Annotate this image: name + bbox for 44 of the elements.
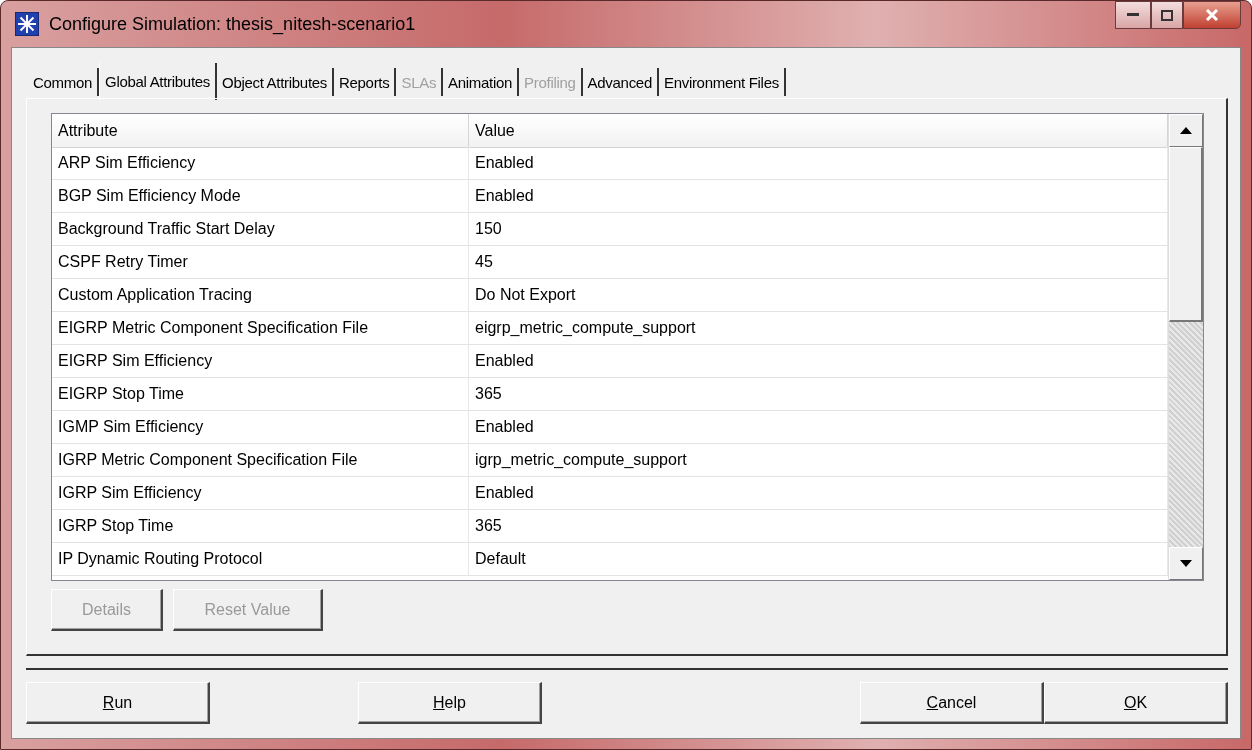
up-arrow-icon[interactable] [1180, 127, 1192, 134]
help-button[interactable]: Help [358, 682, 542, 724]
table-cell: EIGRP Metric Component Specification File [52, 312, 469, 345]
table-cell: Default [469, 543, 1168, 576]
table-cell: IGRP Metric Component Specification File [52, 444, 469, 477]
tab[interactable]: Global Attributes [99, 63, 218, 100]
table-cell: igrp_metric_compute_support [469, 444, 1168, 477]
table-cell: 365 [469, 510, 1168, 543]
ok-button[interactable]: OK [1044, 682, 1228, 724]
table-cell: IGRP Stop Time [52, 510, 469, 543]
table-cell: BGP Sim Efficiency Mode [52, 180, 469, 213]
maximize-button[interactable] [1151, 1, 1183, 29]
table-cell: EIGRP Stop Time [52, 378, 469, 411]
table-cell: Background Traffic Start Delay [52, 213, 469, 246]
table-cell: Enabled [469, 147, 1168, 180]
run-button[interactable]: Run [26, 682, 210, 724]
column-header[interactable]: Attribute [52, 114, 469, 148]
table-cell: 45 [469, 246, 1168, 279]
table-cell: ARP Sim Efficiency [52, 147, 469, 180]
close-button[interactable] [1183, 1, 1241, 29]
column-header[interactable]: Value [469, 114, 1168, 148]
cancel-button[interactable]: Cancel [860, 682, 1044, 724]
table-cell: eigrp_metric_compute_support [469, 312, 1168, 345]
table-cell: IGMP Sim Efficiency [52, 411, 469, 444]
close-icon [1205, 9, 1219, 21]
maximize-icon [1161, 9, 1173, 21]
table-cell: 150 [469, 213, 1168, 246]
minimize-icon [1127, 13, 1139, 17]
table-cell: Enabled [469, 180, 1168, 213]
table-cell: IGRP Sim Efficiency [52, 477, 469, 510]
table-cell: CSPF Retry Timer [52, 246, 469, 279]
down-arrow-icon[interactable] [1180, 560, 1192, 567]
app-icon [15, 12, 39, 36]
table-cell: EIGRP Sim Efficiency [52, 345, 469, 378]
table-cell: Enabled [469, 477, 1168, 510]
table-cell: 365 [469, 378, 1168, 411]
table-cell: Do Not Export [469, 279, 1168, 312]
minimize-button[interactable] [1115, 1, 1151, 29]
table-cell: IP Dynamic Routing Protocol [52, 543, 469, 576]
table-cell: Enabled [469, 345, 1168, 378]
window-title: Configure Simulation: thesis_nitesh-scenario1 [49, 13, 416, 35]
table-cell: Enabled [469, 411, 1168, 444]
table-cell: Custom Application Tracing [52, 279, 469, 312]
scrollbar[interactable] [1168, 114, 1203, 580]
